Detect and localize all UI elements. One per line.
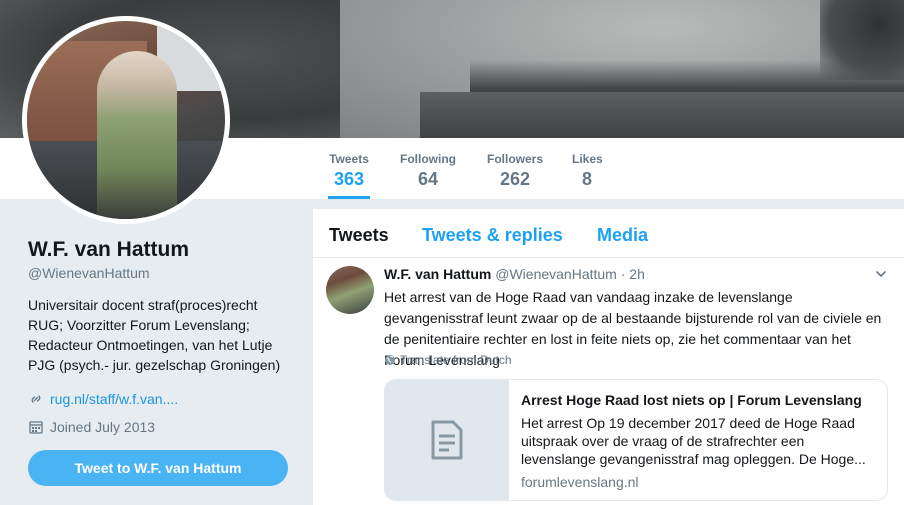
stat-followers[interactable]: Followers 262 [486,152,544,190]
translate-link[interactable]: Translate from Dutch [384,353,512,367]
profile-bio: Universitair docent straf(proces)recht R… [28,297,281,373]
active-indicator [328,196,370,199]
globe-icon [384,354,396,366]
profile-avatar[interactable] [22,16,230,224]
tab-tweets[interactable]: Tweets [329,225,389,246]
stat-label: Likes [572,152,603,166]
joined-text: Joined July 2013 [50,419,156,435]
photo-person [97,51,177,219]
chevron-down-icon[interactable] [875,267,887,279]
website-link[interactable]: rug.nl/staff/w.f.van.... [50,391,178,407]
card-body: Arrest Hoge Raad lost niets op | Forum L… [521,390,876,490]
tweet-to-button[interactable]: Tweet to W.F. van Hattum [28,450,288,486]
stat-likes[interactable]: Likes 8 [572,152,603,190]
stat-value: 8 [581,169,592,189]
tweet-author-handle[interactable]: @WienevanHattum [495,266,617,282]
profile-handle[interactable]: @WienevanHattum [28,265,150,281]
tweet-timestamp[interactable]: · 2h [621,266,645,282]
stat-value: 262 [499,169,531,189]
stat-following[interactable]: Following 64 [399,152,457,190]
tab-media[interactable]: Media [597,225,648,246]
card-thumbnail [385,380,509,500]
stat-label: Tweets [329,152,369,166]
translate-label[interactable]: Translate from Dutch [400,353,512,367]
card-description: Het arrest Op 19 december 2017 deed de H… [521,415,866,467]
stat-value: 363 [333,169,365,189]
stat-tweets[interactable]: Tweets 363 [328,152,370,199]
card-domain: forumlevenslang.nl [521,474,639,490]
link-card[interactable]: Arrest Hoge Raad lost niets op | Forum L… [384,379,888,501]
banner-tree [820,0,904,80]
avatar-photo [27,21,225,219]
stat-label: Following [400,152,456,166]
banner-water [420,92,904,138]
stat-label: Followers [486,152,543,166]
timeline: Tweets Tweets & replies Media W.F. van H… [313,209,904,505]
card-title: Arrest Hoge Raad lost niets op | Forum L… [521,392,862,408]
timeline-tabs: Tweets Tweets & replies Media [313,209,904,258]
tweet-header: W.F. van Hattum @WienevanHattum · 2h [384,266,645,282]
link-icon [28,391,44,407]
profile-website[interactable]: rug.nl/staff/w.f.van.... [28,391,178,407]
tweet-author-name[interactable]: W.F. van Hattum [384,266,491,282]
tweet-avatar[interactable] [326,266,374,314]
profile-joined: Joined July 2013 [28,419,155,435]
stat-value: 64 [417,169,439,189]
profile-name[interactable]: W.F. van Hattum [28,238,189,262]
calendar-icon [28,419,44,435]
tab-tweets-replies[interactable]: Tweets & replies [422,225,563,246]
